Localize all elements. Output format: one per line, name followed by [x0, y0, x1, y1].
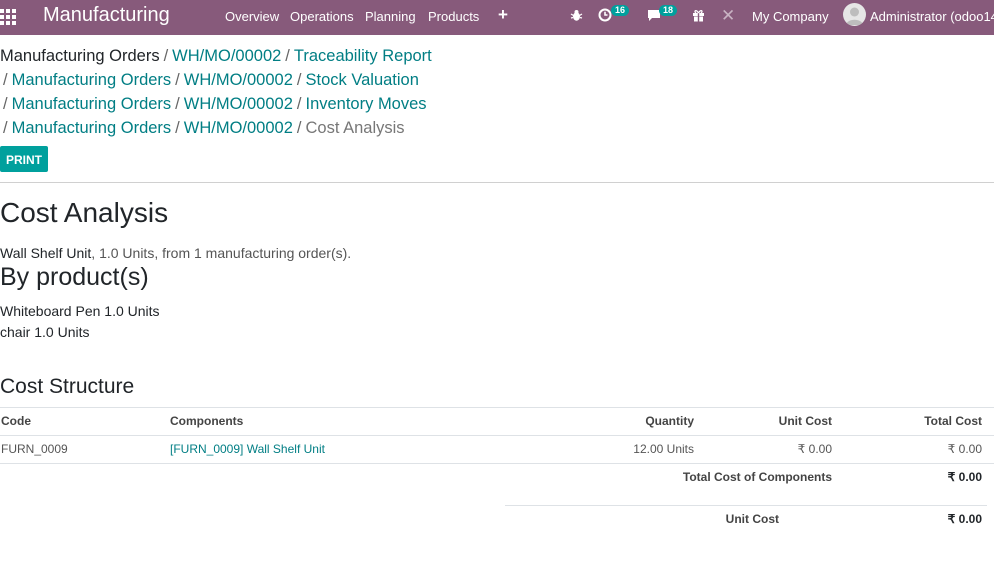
total-components-value: ₹ 0.00 — [947, 470, 982, 484]
menu-operations[interactable]: Operations — [290, 9, 354, 24]
totals-divider — [505, 505, 987, 506]
breadcrumb-mo[interactable]: WH/MO/00002 — [172, 47, 281, 65]
table-row-border — [0, 463, 994, 464]
breadcrumb: / Manufacturing Orders / WH/MO/00002/Cost A… — [3, 119, 405, 137]
close-icon[interactable]: ✕ — [721, 6, 735, 26]
breadcrumb: Manufacturing Orders / WH/MO/00002/Traceab… — [0, 47, 432, 65]
user-menu[interactable]: Administrator (odoo14_e — [870, 9, 994, 24]
menu-products[interactable]: Products — [428, 9, 479, 24]
unit-cost-label: Unit Cost — [725, 512, 779, 526]
column-header-components: Components — [170, 414, 244, 428]
user-avatar-icon — [846, 7, 863, 25]
divider — [0, 182, 994, 183]
gift-icon[interactable] — [692, 8, 705, 22]
report-subtitle: Wall Shelf Unit, 1.0 Units, from 1 manuf… — [0, 245, 351, 261]
by-product-item: chair 1.0 Units — [0, 324, 90, 340]
table-border — [0, 407, 994, 408]
breadcrumb-manufacturing-orders[interactable]: Manufacturing Orders — [0, 47, 160, 65]
company-switcher[interactable]: My Company — [752, 9, 829, 24]
bug-icon[interactable] — [570, 9, 583, 22]
quick-create-icon[interactable]: + — [498, 5, 508, 25]
column-header-unit-cost: Unit Cost — [778, 414, 832, 428]
apps-grid-icon[interactable] — [0, 9, 16, 25]
breadcrumb: / Manufacturing Orders / WH/MO/00002/Stock … — [3, 71, 419, 89]
column-header-quantity: Quantity — [645, 414, 694, 428]
row-code: FURN_0009 — [1, 442, 68, 456]
row-unit-cost: ₹ 0.00 — [797, 442, 832, 456]
breadcrumb-manufacturing-orders[interactable]: Manufacturing Orders — [12, 119, 172, 137]
subtitle-detail: , 1.0 Units, from 1 manufacturing order(… — [91, 245, 352, 261]
breadcrumb-mo[interactable]: WH/MO/00002 — [184, 119, 293, 137]
activity-clock-icon[interactable] — [598, 8, 612, 22]
menu-planning[interactable]: Planning — [365, 9, 416, 24]
breadcrumb-stock-valuation[interactable]: Stock Valuation — [305, 71, 418, 89]
table-header-border — [0, 435, 994, 436]
product-name: Wall Shelf Unit — [0, 245, 92, 261]
cost-structure-heading: Cost Structure — [0, 375, 135, 398]
column-header-total-cost: Total Cost — [924, 414, 982, 428]
breadcrumb-manufacturing-orders[interactable]: Manufacturing Orders — [12, 95, 172, 113]
row-total-cost: ₹ 0.00 — [947, 442, 982, 456]
column-header-code: Code — [1, 414, 31, 428]
breadcrumb-manufacturing-orders[interactable]: Manufacturing Orders — [12, 71, 172, 89]
top-navbar: Manufacturing Overview Operations Planni… — [0, 0, 994, 35]
row-quantity: 12.00 Units — [633, 442, 694, 456]
activity-count-badge: 16 — [611, 5, 630, 16]
breadcrumb-cost-analysis: Cost Analysis — [305, 119, 405, 137]
by-products-heading: By product(s) — [0, 263, 149, 291]
messages-count-badge: 18 — [659, 5, 678, 16]
by-product-item: Whiteboard Pen 1.0 Units — [0, 303, 160, 319]
menu-overview[interactable]: Overview — [225, 9, 279, 24]
breadcrumb-mo[interactable]: WH/MO/00002 — [184, 71, 293, 89]
total-components-label: Total Cost of Components — [682, 470, 832, 484]
row-component-link[interactable]: [FURN_0009] Wall Shelf Unit — [170, 442, 325, 456]
breadcrumb-inventory-moves[interactable]: Inventory Moves — [305, 95, 426, 113]
avatar[interactable] — [843, 3, 866, 26]
app-name[interactable]: Manufacturing — [43, 4, 170, 27]
print-button[interactable]: PRINT — [0, 146, 48, 172]
breadcrumb: / Manufacturing Orders / WH/MO/00002/Invent… — [3, 95, 427, 113]
breadcrumb-traceability-report[interactable]: Traceability Report — [294, 47, 432, 65]
page-title: Cost Analysis — [0, 197, 169, 228]
unit-cost-value: ₹ 0.00 — [947, 512, 982, 526]
breadcrumb-mo[interactable]: WH/MO/00002 — [184, 95, 293, 113]
